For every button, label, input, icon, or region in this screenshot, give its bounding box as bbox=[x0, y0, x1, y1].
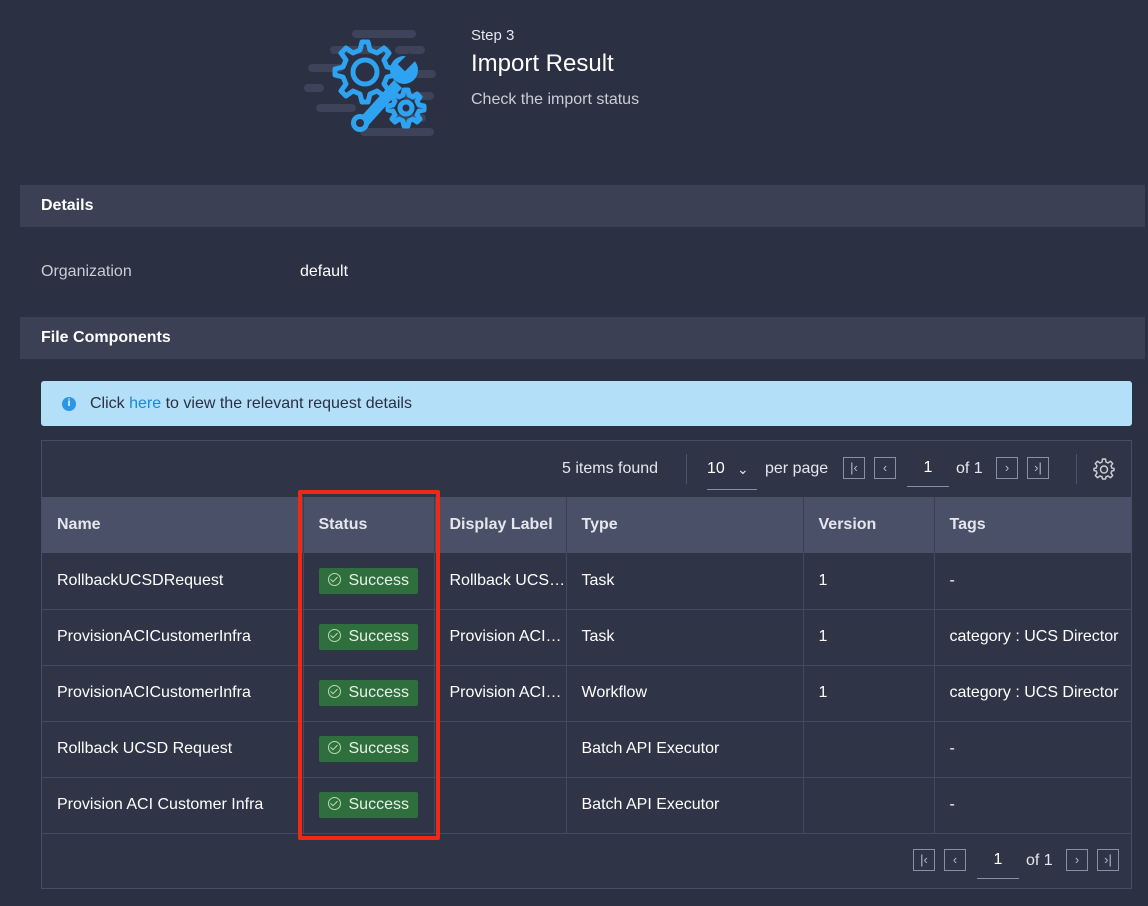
import-result-page: Step 3 Import Result Check the import st… bbox=[0, 0, 1148, 906]
cell-type: Batch API Executor bbox=[566, 777, 804, 834]
table-row: Provision ACI Customer Infra Success Bat… bbox=[42, 777, 1131, 834]
cell-version bbox=[803, 721, 935, 778]
organization-value: default bbox=[300, 263, 349, 280]
banner-suffix: to view the relevant request details bbox=[165, 395, 412, 412]
banner-prefix: Click bbox=[90, 395, 125, 412]
cell-type: Task bbox=[566, 553, 804, 610]
last-page-button[interactable]: ›| bbox=[1027, 457, 1049, 479]
first-page-button[interactable]: |‹ bbox=[913, 849, 935, 871]
grid-toolbar: 5 items found 10 ⌄ per page |‹ ‹ 1 of 1 … bbox=[42, 441, 1131, 497]
table-row: ProvisionACICustomerInfra Success Provis… bbox=[42, 609, 1131, 666]
next-page-button[interactable]: › bbox=[1066, 849, 1088, 871]
components-table: Name Status Display Label Type Version T… bbox=[42, 497, 1131, 834]
status-badge: Success bbox=[318, 736, 418, 762]
status-text: Success bbox=[348, 684, 409, 701]
table-header-row: Name Status Display Label Type Version T… bbox=[42, 497, 1131, 553]
cell-version bbox=[803, 777, 935, 834]
cell-name: RollbackUCSDRequest bbox=[42, 553, 304, 610]
cell-display-label: Provision ACI Customer Infra bbox=[434, 665, 567, 722]
cell-status: Success bbox=[303, 721, 435, 778]
cell-tags: - bbox=[934, 553, 1131, 610]
items-found-count: 5 items found bbox=[562, 460, 659, 477]
footer-page-number-input[interactable]: 1 bbox=[977, 845, 1019, 879]
column-header-name[interactable]: Name bbox=[42, 497, 304, 553]
info-banner: i Click here to view the relevant reques… bbox=[41, 381, 1132, 426]
column-header-status[interactable]: Status bbox=[303, 497, 435, 553]
info-icon: i bbox=[62, 397, 76, 411]
cell-status: Success bbox=[303, 609, 435, 666]
request-details-link[interactable]: here bbox=[129, 395, 161, 412]
step-label: Step 3 bbox=[471, 27, 515, 44]
per-page-select[interactable]: 10 ⌄ bbox=[707, 456, 757, 490]
cell-display-label bbox=[434, 777, 567, 834]
cell-type: Batch API Executor bbox=[566, 721, 804, 778]
page-subtitle: Check the import status bbox=[471, 91, 640, 108]
status-text: Success bbox=[348, 796, 409, 813]
table-row: ProvisionACICustomerInfra Success Provis… bbox=[42, 665, 1131, 722]
page-title: Import Result bbox=[471, 50, 614, 77]
check-circle-icon bbox=[327, 572, 341, 586]
check-circle-icon bbox=[327, 741, 341, 754]
cell-name: ProvisionACICustomerInfra bbox=[42, 665, 304, 722]
cell-name: Rollback UCSD Request bbox=[42, 721, 304, 778]
gear-wrench-icon bbox=[304, 30, 436, 136]
status-badge: Success bbox=[318, 567, 418, 594]
column-header-tags[interactable]: Tags bbox=[934, 497, 1131, 553]
cell-status: Success bbox=[303, 665, 435, 722]
cell-tags: - bbox=[934, 721, 1131, 778]
per-page-value: 10 bbox=[707, 460, 725, 477]
table-row: Rollback UCSD Request Success Batch API … bbox=[42, 721, 1131, 778]
last-page-button[interactable]: ›| bbox=[1097, 849, 1119, 871]
cell-name: ProvisionACICustomerInfra bbox=[42, 609, 304, 666]
cell-status: Success bbox=[303, 553, 435, 610]
column-header-version[interactable]: Version bbox=[803, 497, 935, 553]
status-text: Success bbox=[348, 628, 409, 645]
previous-page-button[interactable]: ‹ bbox=[944, 849, 966, 871]
cell-tags: category : UCS Director bbox=[934, 665, 1131, 722]
cell-version: 1 bbox=[803, 665, 935, 722]
footer-page-total-label: of 1 bbox=[1026, 852, 1053, 869]
check-circle-icon bbox=[327, 629, 341, 642]
status-text: Success bbox=[348, 740, 409, 757]
status-badge: Success bbox=[318, 624, 418, 650]
column-header-type[interactable]: Type bbox=[566, 497, 804, 553]
next-page-button[interactable]: › bbox=[996, 457, 1018, 479]
cell-display-label: Rollback UCSD Request bbox=[434, 553, 567, 610]
cell-display-label bbox=[434, 721, 567, 778]
cell-version: 1 bbox=[803, 553, 935, 610]
per-page-label: per page bbox=[765, 460, 829, 477]
file-components-section-header: File Components bbox=[20, 317, 1145, 359]
page-number-input[interactable]: 1 bbox=[907, 453, 949, 487]
organization-label: Organization bbox=[41, 263, 132, 280]
check-circle-icon bbox=[327, 685, 341, 698]
cell-type: Workflow bbox=[566, 665, 804, 722]
status-text: Success bbox=[348, 571, 409, 589]
cell-type: Task bbox=[566, 609, 804, 666]
cell-version: 1 bbox=[803, 609, 935, 666]
column-header-display-label[interactable]: Display Label bbox=[434, 497, 567, 553]
cell-tags: - bbox=[934, 777, 1131, 834]
cell-name: Provision ACI Customer Infra bbox=[42, 777, 304, 834]
page-total-label: of 1 bbox=[956, 460, 983, 477]
previous-page-button[interactable]: ‹ bbox=[874, 457, 896, 479]
toolbar-divider bbox=[686, 454, 687, 484]
status-badge: Success bbox=[318, 680, 418, 706]
first-page-button[interactable]: |‹ bbox=[843, 457, 865, 479]
chevron-down-icon: ⌄ bbox=[737, 461, 749, 477]
table-row: RollbackUCSDRequest Success Rollback UCS… bbox=[42, 553, 1131, 610]
check-circle-icon bbox=[327, 797, 341, 810]
settings-gear-icon[interactable] bbox=[1092, 457, 1116, 481]
status-badge: Success bbox=[318, 792, 418, 818]
file-components-grid: 5 items found 10 ⌄ per page |‹ ‹ 1 of 1 … bbox=[41, 440, 1132, 889]
cell-tags: category : UCS Director bbox=[934, 609, 1131, 666]
details-section-header: Details bbox=[20, 185, 1145, 227]
cell-status: Success bbox=[303, 777, 435, 834]
toolbar-divider bbox=[1076, 454, 1077, 484]
cell-display-label: Provision ACI Customer Infra bbox=[434, 609, 567, 666]
